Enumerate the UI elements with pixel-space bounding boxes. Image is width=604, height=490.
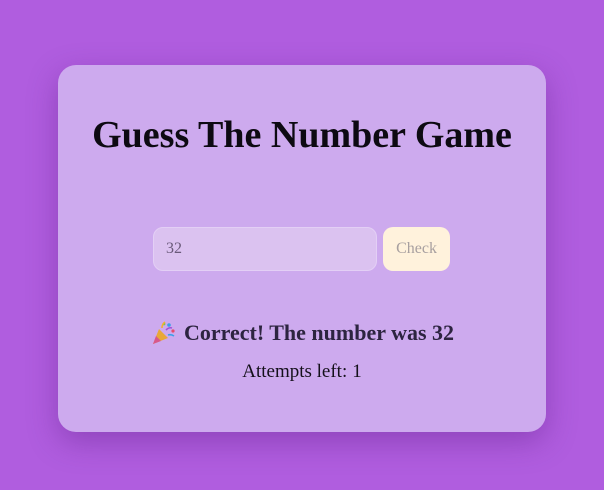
guess-input[interactable]: [153, 227, 377, 271]
page-title: Guess The Number Game: [92, 114, 512, 156]
attempts-value: 1: [352, 361, 362, 382]
guess-form: Check: [153, 227, 450, 271]
attempts-counter: Attempts left: 1: [58, 361, 546, 383]
game-card: Guess The Number Game Check Correct! The…: [58, 65, 546, 432]
check-button[interactable]: Check: [383, 227, 450, 271]
result-message: Correct! The number was 32: [58, 320, 546, 346]
attempts-label: Attempts left:: [242, 361, 348, 382]
party-popper-icon: [150, 320, 176, 346]
result-text: Correct! The number was 32: [183, 320, 455, 345]
